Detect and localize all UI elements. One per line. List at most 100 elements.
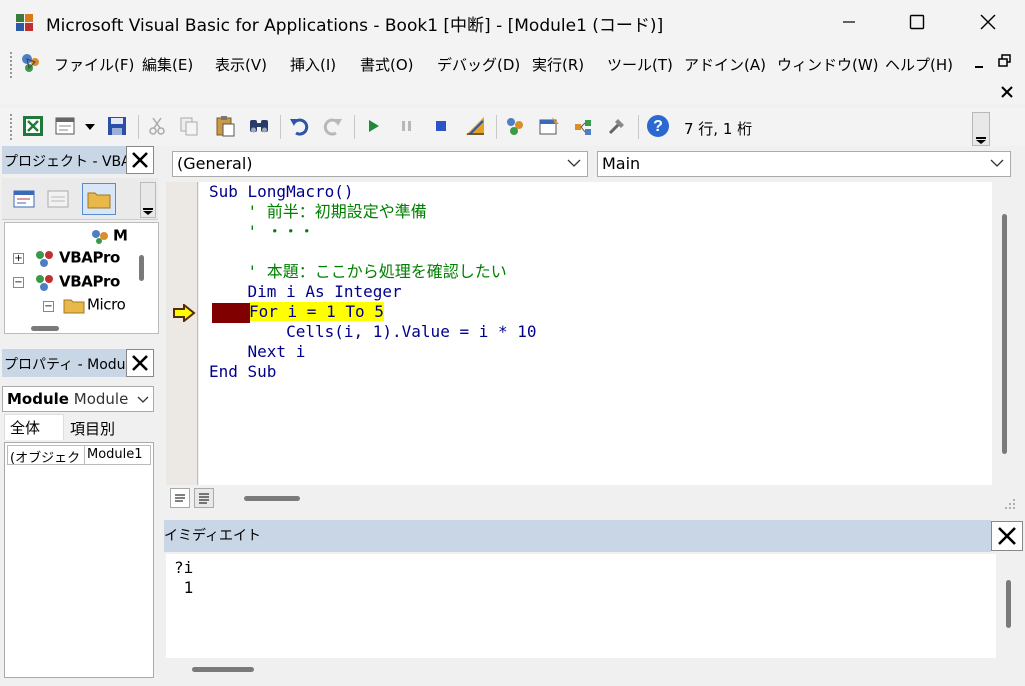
tree-item-vbaproject-1[interactable]: VBAPro [33,247,120,269]
current-execution-line: For i = 1 To 5 [249,302,384,322]
procedure-combo-value: Main [602,154,641,173]
tree-item-excel-objects[interactable]: Micro [61,295,126,315]
full-module-view-icon [199,493,209,504]
tab-alphabetic[interactable]: 全体 [4,414,64,440]
immediate-pane-close-button[interactable] [991,521,1023,551]
procedure-view-button[interactable] [170,488,190,508]
menu-tools[interactable]: ツール(T) [607,54,673,75]
save-icon[interactable] [106,115,128,137]
menu-addins[interactable]: アドイン(A) [684,54,766,75]
paste-icon[interactable] [214,115,236,137]
menu-debug[interactable]: デバッグ(D) [437,54,520,75]
project-explorer-icon[interactable] [504,115,526,137]
tree-vscroll-thumb[interactable] [139,255,144,281]
redo-icon[interactable] [322,115,344,137]
view-code-icon[interactable] [12,188,36,210]
mdi-restore-button[interactable] [996,54,1014,72]
properties-grid: (オブジェクト名) Module1 [4,442,154,678]
execution-arrow-icon [172,302,196,324]
collapse-toggle[interactable]: − [43,301,54,312]
maximize-button[interactable] [894,6,940,38]
insert-module-icon[interactable] [54,115,76,137]
restore-icon [998,54,1011,67]
find-icon[interactable] [248,115,270,137]
breakpoint-marker [212,303,250,323]
menu-file[interactable]: ファイル(F) [54,54,134,75]
mdi-close-button[interactable] [998,84,1016,102]
copy-icon[interactable] [178,115,200,137]
menu-insert[interactable]: 挿入(I) [290,54,336,75]
help-icon[interactable]: ? [646,114,670,138]
code-margin-indicator-bar[interactable] [166,182,198,485]
procedure-view-icon [175,494,185,502]
run-icon[interactable] [362,115,384,137]
minimize-button[interactable] [826,6,872,38]
chevron-down-icon [567,159,581,167]
toggle-folders-button[interactable] [82,183,116,215]
minimize-icon [975,66,983,68]
resize-grip-icon[interactable] [1004,498,1016,510]
chevron-down-icon [990,159,1004,167]
properties-pane-close-button[interactable] [126,349,154,377]
menu-edit[interactable]: 編集(E) [142,54,193,75]
immediate-window[interactable]: ?i 1 [166,554,996,658]
code-line: ' 本題：ここから処理を確認したい [209,262,507,281]
property-value[interactable]: Module1 [84,445,151,465]
vba-app-icon[interactable] [14,11,36,33]
menu-grip[interactable] [10,52,14,78]
immediate-hscroll-thumb[interactable] [192,667,254,672]
close-icon [132,355,148,371]
tree-item-vbaproject-2[interactable]: VBAPro [33,271,120,293]
project-pane-close-button[interactable] [126,146,154,174]
immediate-vscroll-thumb[interactable] [1006,580,1011,628]
module-icon[interactable] [18,50,44,76]
tree-item-module[interactable]: M [89,226,128,246]
view-object-icon[interactable] [46,188,70,210]
full-module-view-button[interactable] [194,488,214,508]
toolbar-separator [138,115,139,139]
design-mode-icon[interactable] [464,115,486,137]
collapse-toggle[interactable]: − [13,277,24,288]
menu-view[interactable]: 表示(V) [215,54,267,75]
immediate-line: ?i [174,558,194,577]
excel-view-icon[interactable] [22,115,44,137]
procedure-combo[interactable]: Main [597,151,1011,177]
code-editor[interactable]: Sub LongMacro() ' 前半：初期設定や準備 ' ・・・ ' 本題：… [199,182,992,485]
menu-format[interactable]: 書式(O) [360,54,414,75]
object-select[interactable]: Module Module [2,386,154,412]
break-icon[interactable] [396,115,418,137]
close-window-button[interactable] [965,6,1011,38]
code-vscroll-thumb[interactable] [1002,214,1007,454]
project-pane-title: プロジェクト - VBAP [2,146,126,174]
toolbar-separator [638,115,639,139]
project-toolbar-overflow[interactable] [140,182,156,218]
menu-run[interactable]: 実行(R) [532,54,584,75]
reset-icon[interactable] [430,115,452,137]
toolbox-icon[interactable] [606,115,628,137]
code-line: ' 前半：初期設定や準備 [209,202,427,221]
svg-text:?: ? [653,118,663,135]
code-line: Cells(i, 1).Value = i * 10 [209,322,537,341]
toolbar-grip[interactable] [10,114,14,140]
tree-hscroll-thumb[interactable] [31,326,59,331]
tab-categorized[interactable]: 項目別 [68,414,117,443]
property-name[interactable]: (オブジェクト名) [7,445,85,465]
cursor-position-status: 7 行, 1 桁 [684,120,753,138]
toolbar-overflow-button[interactable] [972,112,990,146]
close-icon [1001,86,1013,98]
expand-toggle[interactable]: + [13,253,24,264]
toolbar-separator [280,115,281,139]
close-icon [980,14,996,30]
window-title: Microsoft Visual Basic for Applications … [46,16,664,36]
menu-window[interactable]: ウィンドウ(W) [777,54,879,75]
object-combo[interactable]: (General) [172,151,588,177]
cut-icon[interactable] [146,115,168,137]
object-browser-icon[interactable] [572,115,594,137]
undo-icon[interactable] [288,115,310,137]
code-hscroll-thumb[interactable] [244,496,300,501]
immediate-horizontal-scrollbar[interactable] [166,658,1016,682]
menu-help[interactable]: ヘルプ(H) [885,54,953,75]
insert-dropdown-button[interactable] [82,115,98,137]
properties-icon[interactable] [538,115,560,137]
mdi-minimize-button[interactable] [970,56,988,74]
